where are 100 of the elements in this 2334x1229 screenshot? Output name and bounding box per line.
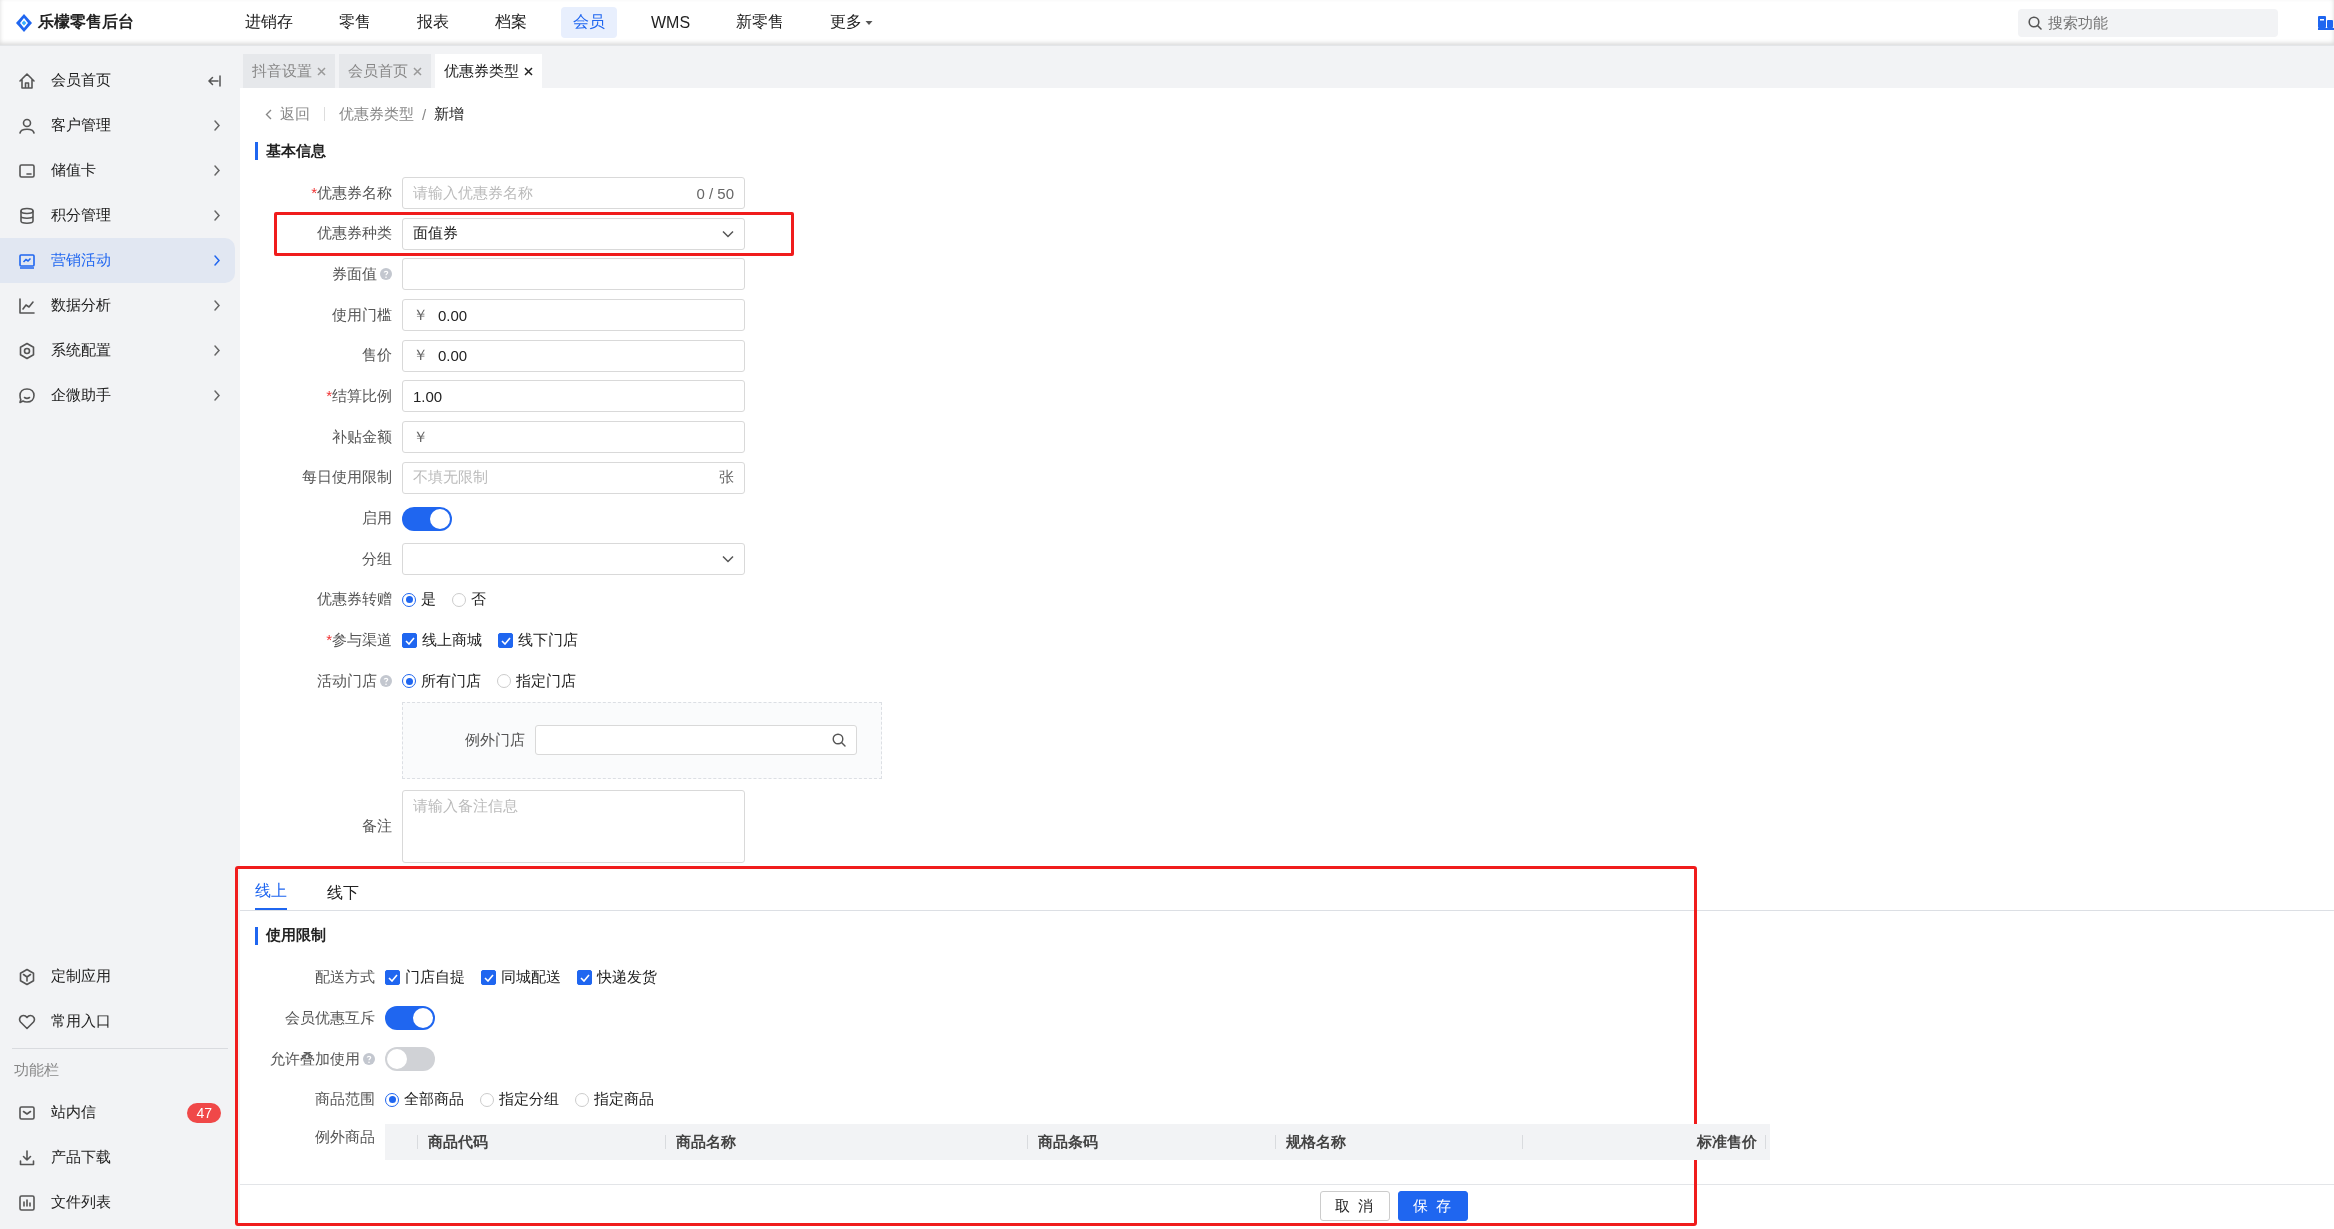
- page-tab[interactable]: 优惠券类型: [435, 54, 542, 88]
- save-button[interactable]: 保 存: [1398, 1191, 1469, 1222]
- field-label: 活动门店: [317, 671, 392, 691]
- input-field[interactable]: ￥ 0.00: [402, 339, 745, 372]
- field-label: 售价: [362, 346, 392, 366]
- sidebar-item[interactable]: 营销活动: [0, 238, 235, 283]
- checkbox-option[interactable]: 门店自提: [385, 968, 465, 988]
- radio-option[interactable]: 指定分组: [480, 1090, 559, 1110]
- sidebar-item[interactable]: 站内信 47: [0, 1090, 235, 1135]
- collapse-icon[interactable]: [207, 74, 221, 87]
- back-link[interactable]: 返回: [265, 104, 310, 124]
- sidebar-item[interactable]: 常用入口: [0, 999, 235, 1044]
- chevron-right-icon: [211, 254, 221, 267]
- field-label: 配送方式: [315, 968, 375, 988]
- sidebar-item[interactable]: 文件列表: [0, 1180, 235, 1225]
- count-badge: 47: [187, 1102, 221, 1123]
- radio-option[interactable]: 指定门店: [497, 671, 576, 691]
- nav-tab[interactable]: 报表: [405, 7, 461, 38]
- close-icon[interactable]: [524, 66, 533, 76]
- field-label: 分组: [362, 549, 392, 569]
- tab[interactable]: 线上: [255, 880, 287, 910]
- toggle-switch[interactable]: [402, 506, 452, 531]
- chevron-right-icon: [211, 119, 221, 132]
- checkbox-option[interactable]: 线下门店: [498, 631, 578, 651]
- sidebar-item[interactable]: 企微助手: [0, 373, 235, 418]
- chevron-down-icon: [722, 229, 734, 238]
- field-label: *参与渠道: [326, 631, 392, 651]
- radio-option[interactable]: 指定商品: [575, 1090, 654, 1110]
- sidebar-item[interactable]: 定制应用: [0, 954, 235, 999]
- sidebar-item[interactable]: 产品下载: [0, 1135, 235, 1180]
- chevron-right-icon: [211, 209, 221, 222]
- checkbox-option[interactable]: 线上商城: [402, 631, 482, 651]
- input-field[interactable]: 1.00: [402, 380, 745, 413]
- field-label: 使用门槛: [332, 305, 392, 325]
- nav-tab[interactable]: 会员: [561, 7, 617, 38]
- column-header: 商品名称: [676, 1135, 736, 1150]
- field-label: 商品范围: [315, 1090, 375, 1110]
- toggle-switch[interactable]: [385, 1006, 435, 1031]
- sidebar-item[interactable]: 会员首页: [0, 58, 235, 103]
- app-title: 乐檬零售后台: [38, 12, 134, 32]
- sidebar-item[interactable]: 积分管理: [0, 193, 235, 238]
- field-label: 启用: [362, 509, 392, 528]
- field-label: 允许叠加使用: [270, 1049, 375, 1069]
- nav-tab[interactable]: 更多: [818, 7, 886, 38]
- chevron-down-icon: [722, 555, 734, 564]
- section-title: 使用限制: [266, 926, 326, 946]
- checkbox-option[interactable]: 同城配送: [481, 968, 561, 988]
- radio-option[interactable]: 所有门店: [402, 671, 481, 691]
- select-field[interactable]: [402, 543, 745, 576]
- sidebar-item[interactable]: 储值卡: [0, 148, 235, 193]
- field-label: 备注: [362, 816, 392, 836]
- input-field[interactable]: ￥ 0.00: [402, 299, 745, 332]
- tab[interactable]: 线下: [327, 882, 359, 910]
- input-field[interactable]: 请输入优惠券名称 0 / 50: [402, 177, 745, 209]
- section-label: 功能栏: [14, 1061, 59, 1080]
- cancel-button[interactable]: 取 消: [1320, 1191, 1391, 1222]
- field-label: 每日使用限制: [302, 468, 392, 488]
- breadcrumb-separator: /: [422, 105, 427, 123]
- chat-icon: [17, 385, 37, 406]
- field-label: 补贴金额: [332, 427, 392, 447]
- sidebar-item[interactable]: 客户管理: [0, 103, 235, 148]
- chevron-right-icon: [211, 344, 221, 357]
- radio-option[interactable]: 全部商品: [385, 1090, 464, 1110]
- field-label: 优惠券转赠: [317, 590, 392, 610]
- account-icon[interactable]: [2318, 15, 2334, 30]
- section-marker: [255, 926, 258, 945]
- cube-icon: [17, 966, 37, 987]
- field-label: 优惠券种类: [317, 224, 392, 244]
- input-field[interactable]: [402, 258, 745, 291]
- sidebar-item[interactable]: 系统配置: [0, 328, 235, 373]
- chevron-right-icon: [211, 389, 221, 402]
- nav-tab[interactable]: 进销存: [233, 7, 305, 38]
- checkbox-option[interactable]: 快递发货: [577, 968, 657, 988]
- search-field[interactable]: [535, 725, 857, 756]
- radio-option[interactable]: 否: [452, 590, 486, 610]
- chevron-left-icon: [265, 108, 272, 120]
- input-field[interactable]: ￥: [402, 421, 745, 454]
- nav-tab[interactable]: WMS: [639, 7, 703, 38]
- chevron-right-icon: [211, 164, 221, 177]
- breadcrumb-link[interactable]: 优惠券类型: [339, 104, 414, 124]
- search-field[interactable]: 搜索功能: [2018, 8, 2278, 37]
- field-label: 券面值: [332, 264, 392, 284]
- column-header: 商品条码: [1038, 1135, 1098, 1150]
- caret-icon: [865, 19, 874, 26]
- toggle-switch[interactable]: [385, 1047, 435, 1071]
- nav-tab[interactable]: 档案: [483, 7, 539, 38]
- nav-tab[interactable]: 零售: [327, 7, 383, 38]
- radio-option[interactable]: 是: [402, 590, 436, 610]
- input-field[interactable]: 不填无限制 张: [402, 461, 745, 494]
- field-label: 例外门店: [465, 730, 525, 750]
- search-icon: [832, 733, 846, 748]
- nav-tab[interactable]: 新零售: [724, 7, 797, 38]
- select-field[interactable]: 面值券: [402, 217, 745, 250]
- field-label: 例外商品: [315, 1128, 375, 1148]
- sidebar-item[interactable]: 数据分析: [0, 283, 235, 328]
- checkmark-icon: [404, 636, 415, 645]
- checkmark-icon: [500, 636, 511, 645]
- chevron-right-icon: [211, 299, 221, 312]
- column-header: 规格名称: [1286, 1135, 1346, 1150]
- section-title: 基本信息: [266, 141, 326, 161]
